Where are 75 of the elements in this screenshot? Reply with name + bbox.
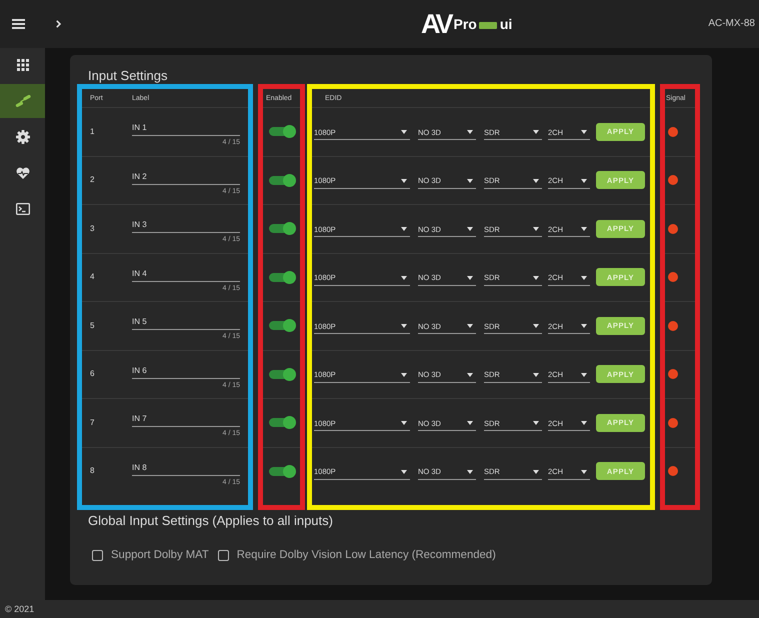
caret-icon xyxy=(467,324,473,328)
caret-icon xyxy=(533,227,539,232)
toggle-switch[interactable] xyxy=(268,174,296,187)
caret-icon xyxy=(401,470,407,474)
settings-icon xyxy=(16,130,30,144)
toggle-switch[interactable] xyxy=(268,125,296,138)
caret-icon xyxy=(467,178,473,183)
checkbox-label[interactable]: Require Dolby Vision Low Latency (Recommended) xyxy=(236,548,496,562)
port-number: 5 xyxy=(89,320,96,331)
checkbox[interactable] xyxy=(92,550,103,560)
terminal-icon xyxy=(16,203,30,215)
label-input[interactable]: IN 2 xyxy=(132,170,240,185)
toggle-switch[interactable] xyxy=(268,319,296,332)
menu-icon[interactable] xyxy=(12,19,25,29)
label-input[interactable]: IN 8 xyxy=(132,462,240,476)
label-input[interactable]: IN 7 xyxy=(132,413,240,428)
port-number: 8 xyxy=(89,466,96,476)
checkbox[interactable] xyxy=(218,550,229,560)
logo-text: ui xyxy=(500,16,512,32)
logo-mark: AV xyxy=(421,9,451,39)
caret-icon xyxy=(581,372,587,377)
caret-icon xyxy=(581,130,587,134)
label-input[interactable]: IN 5 xyxy=(132,316,240,330)
heart-pulse-icon xyxy=(16,167,30,179)
port-number: 2 xyxy=(89,175,96,186)
device-model: AC-MX-88 xyxy=(708,18,755,30)
caret-icon xyxy=(401,276,407,280)
caret-icon xyxy=(467,470,473,474)
port-number: 1 xyxy=(89,126,96,137)
label-input[interactable]: IN 1 xyxy=(132,122,240,136)
label-input[interactable]: IN 4 xyxy=(132,268,240,282)
logo-text: Pro xyxy=(454,16,477,32)
toggle-switch[interactable] xyxy=(268,368,296,381)
caret-icon xyxy=(467,227,473,232)
caret-icon xyxy=(581,227,587,232)
caret-icon xyxy=(401,178,407,183)
caret-icon xyxy=(533,421,539,426)
caret-icon xyxy=(581,178,587,183)
checkbox-label[interactable]: Support Dolby MAT xyxy=(111,548,209,562)
chevron-right-icon[interactable] xyxy=(56,20,61,28)
caret-icon xyxy=(533,470,539,474)
logo-accent-icon xyxy=(478,22,497,29)
caret-icon xyxy=(581,324,587,328)
toggle-switch[interactable] xyxy=(268,464,296,478)
link-icon xyxy=(14,95,30,107)
caret-icon xyxy=(533,130,539,134)
caret-icon xyxy=(401,421,407,426)
section-title: Input Settings xyxy=(87,68,168,83)
toggle-switch[interactable] xyxy=(268,270,296,284)
caret-icon xyxy=(581,276,587,280)
caret-icon xyxy=(533,372,539,377)
caret-icon xyxy=(467,372,473,377)
caret-icon xyxy=(401,227,407,232)
section-title: Global Input Settings (Applies to all inputs) xyxy=(87,513,334,529)
caret-icon xyxy=(467,421,473,426)
label-input[interactable]: IN 3 xyxy=(132,219,240,234)
port-number: 6 xyxy=(89,369,96,380)
toggle-switch[interactable] xyxy=(268,222,296,236)
grid-icon xyxy=(16,59,28,71)
copyright-text: © 2021 xyxy=(5,604,34,614)
caret-icon xyxy=(533,276,539,280)
port-number: 3 xyxy=(89,224,96,234)
caret-icon xyxy=(467,276,473,280)
caret-icon xyxy=(467,130,473,134)
caret-icon xyxy=(401,372,407,377)
caret-icon xyxy=(401,324,407,328)
port-number: 4 xyxy=(89,272,96,282)
toggle-switch[interactable] xyxy=(268,416,296,430)
caret-icon xyxy=(581,421,587,426)
caret-icon xyxy=(533,324,539,328)
caret-icon xyxy=(401,130,407,134)
caret-icon xyxy=(581,470,587,474)
caret-icon xyxy=(533,178,539,183)
port-number: 7 xyxy=(89,418,96,428)
label-input[interactable]: IN 6 xyxy=(132,364,240,379)
